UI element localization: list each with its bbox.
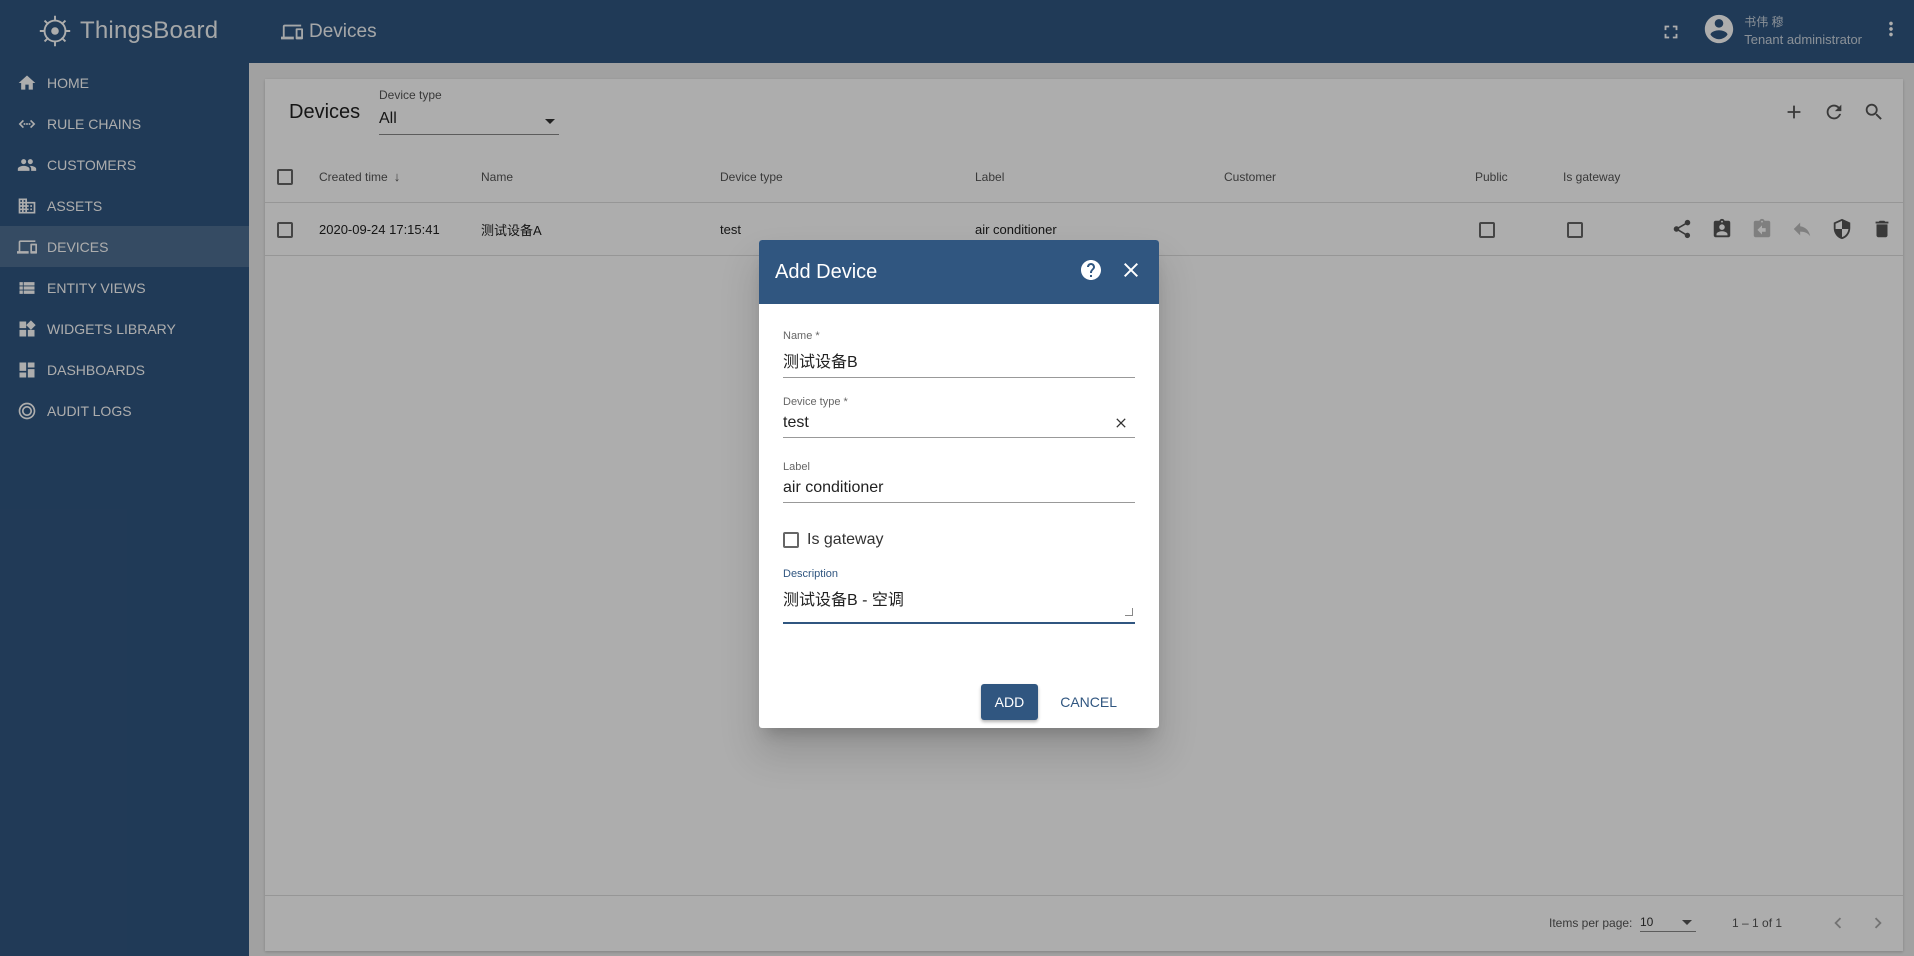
dialog-header: Add Device [759, 240, 1159, 304]
is-gateway-checkbox[interactable] [783, 532, 799, 548]
device-type-field[interactable]: Device type * test [783, 396, 1135, 438]
description-field[interactable]: Description 测试设备B - 空调 [783, 568, 1135, 624]
label-field-label: Label [783, 461, 810, 473]
is-gateway-checkbox-row[interactable]: Is gateway [783, 531, 883, 549]
device-type-input[interactable]: test [783, 408, 1135, 438]
add-device-dialog: Add Device Name * 测试设备B Device type * te… [759, 240, 1159, 728]
label-input[interactable]: air conditioner [783, 473, 1135, 503]
description-textarea[interactable]: 测试设备B - 空调 [783, 580, 1135, 624]
dialog-title: Add Device [775, 260, 878, 283]
device-type-value: test [783, 414, 809, 431]
cancel-button[interactable]: CANCEL [1050, 684, 1127, 720]
label-field[interactable]: Label air conditioner [783, 461, 1135, 503]
description-field-label: Description [783, 568, 839, 580]
help-icon[interactable] [1079, 258, 1103, 287]
description-value: 测试设备B - 空调 [783, 592, 904, 609]
is-gateway-label: Is gateway [807, 531, 884, 548]
name-field[interactable]: Name * 测试设备B [783, 330, 1135, 378]
add-button[interactable]: ADD [980, 684, 1039, 720]
resize-handle-icon[interactable] [1125, 608, 1133, 616]
name-input[interactable]: 测试设备B [783, 342, 1135, 378]
close-icon[interactable] [1119, 258, 1143, 287]
name-field-label: Name * [783, 330, 820, 342]
device-type-field-label: Device type * [783, 396, 848, 408]
clear-icon[interactable] [1113, 415, 1129, 431]
